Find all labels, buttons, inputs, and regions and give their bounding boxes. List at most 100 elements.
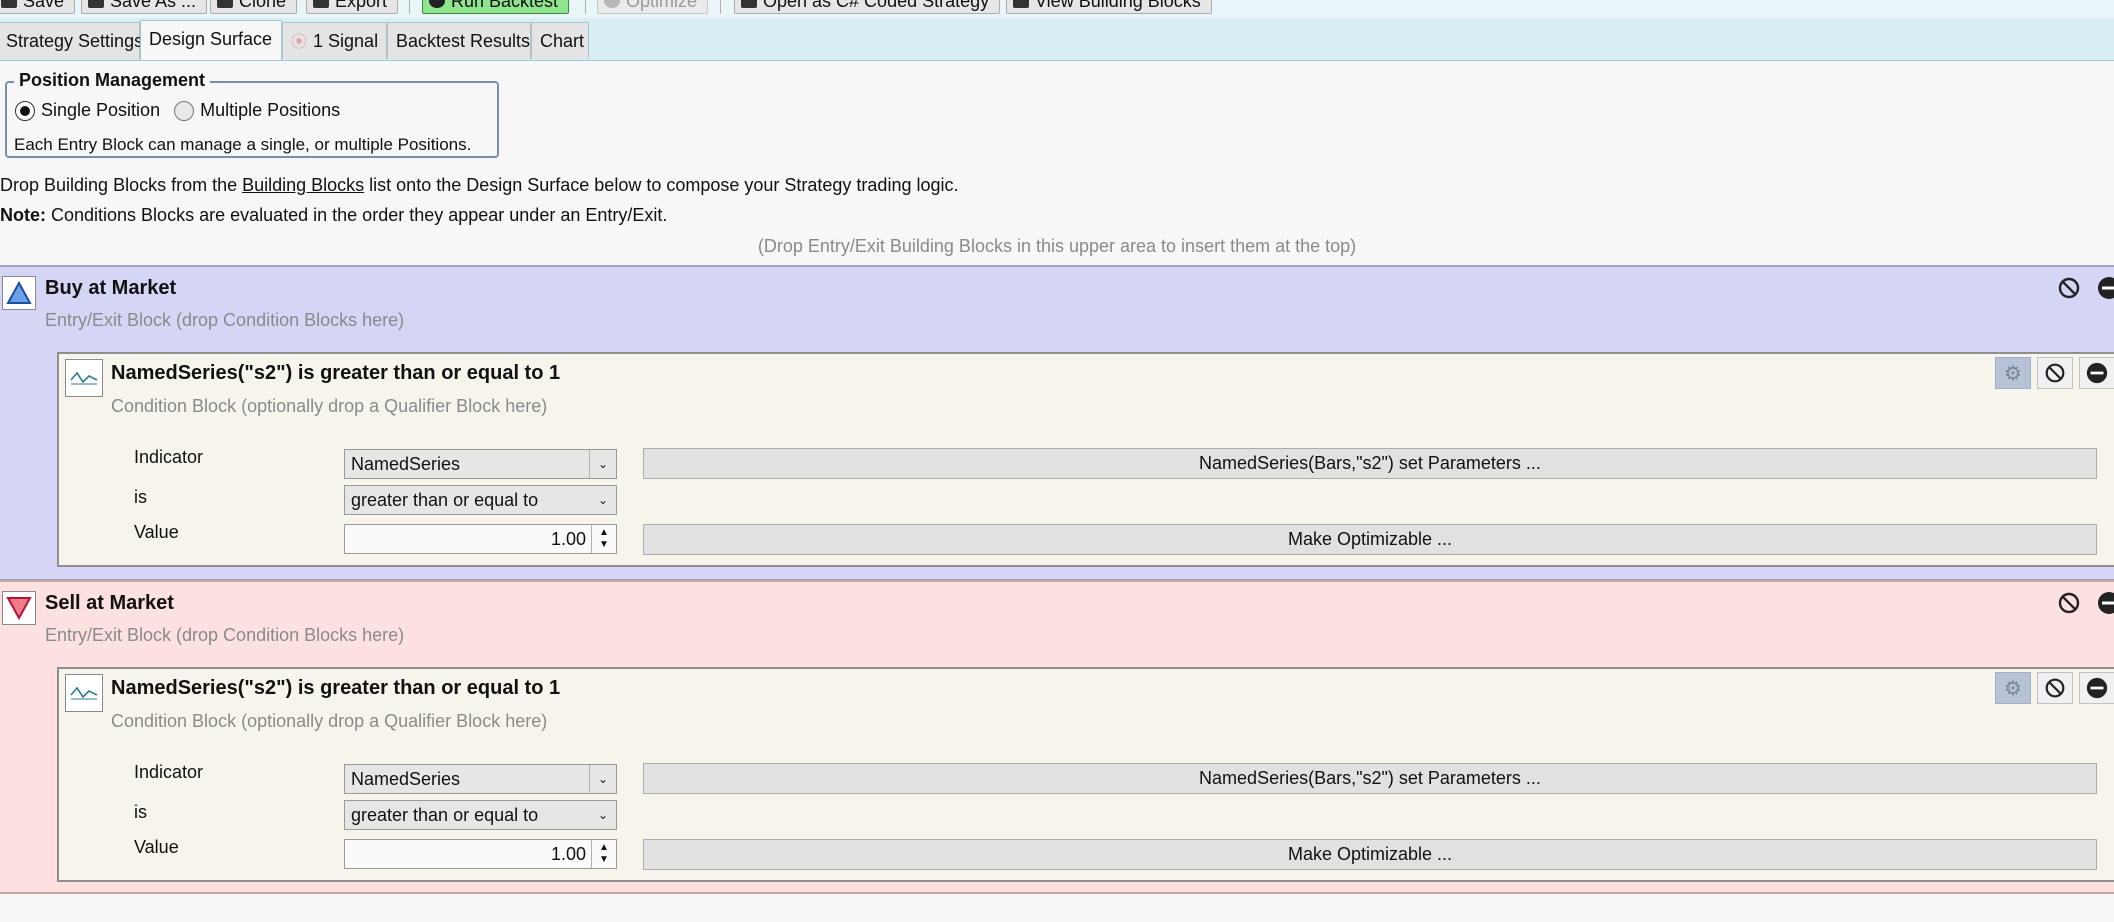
remove-icon (2098, 277, 2114, 299)
buy-triangle-icon (2, 276, 36, 310)
single-position-radio[interactable] (15, 100, 35, 121)
position-management-help: Each Entry Block can manage a single, or… (14, 135, 472, 154)
set-parameters-button[interactable]: NamedSeries(Bars,"s2") set Parameters ..… (643, 763, 2097, 794)
csharp-icon (741, 0, 757, 8)
single-position-label[interactable]: Single Position (41, 100, 160, 121)
condition-settings-button[interactable]: ⚙ (1995, 672, 2031, 704)
remove-condition-button[interactable] (2079, 357, 2114, 389)
disable-condition-button[interactable] (2037, 357, 2073, 389)
building-blocks-link[interactable]: Building Blocks (242, 175, 364, 195)
multiple-positions-label[interactable]: Multiple Positions (200, 100, 340, 121)
position-management-group: Position Management Single Position Mult… (5, 70, 499, 158)
view-building-blocks-button[interactable]: View Building Blocks (1006, 0, 1212, 14)
disable-icon (2058, 277, 2080, 299)
is-label: is (134, 802, 147, 822)
indicator-label: Indicator (134, 447, 204, 467)
indicator-select[interactable]: NamedSeries ⌄ (344, 449, 617, 479)
toolbar-separator (720, 0, 721, 14)
save-as-button[interactable]: Save As ... (81, 0, 208, 14)
save-icon (1, 0, 17, 8)
disable-condition-button[interactable] (2037, 672, 2073, 704)
tab-strategy-settings[interactable]: Strategy Settings (0, 22, 143, 59)
tab-design-surface[interactable]: Design Surface (140, 20, 282, 60)
is-label: is (134, 487, 147, 507)
chevron-down-icon[interactable]: ⌄ (590, 486, 616, 514)
disable-icon (2045, 363, 2065, 383)
instruction-line: Drop Building Blocks from the Building B… (0, 175, 959, 195)
remove-block-button[interactable] (2096, 275, 2114, 301)
toolbar: Save Save As ... Clone Export Run Backte… (0, 0, 2114, 18)
tab-chart[interactable]: Chart (531, 22, 589, 59)
export-icon (313, 0, 329, 8)
condition-block[interactable]: NamedSeries("s2") is greater than or equ… (57, 352, 2114, 567)
tab-bar: Strategy Settings Design Surface ⦿ 1 Sign… (0, 18, 2114, 61)
gear-icon (604, 0, 620, 8)
condition-subtitle: Condition Block (optionally drop a Quali… (111, 711, 548, 731)
arrow-up-icon[interactable]: ▲ (599, 527, 609, 539)
tab-signal[interactable]: ⦿ 1 Signal (282, 22, 387, 59)
clone-icon (217, 0, 233, 8)
condition-block[interactable]: NamedSeries("s2") is greater than or equ… (57, 667, 2114, 882)
value-spinner[interactable]: ▲ ▼ (591, 525, 616, 553)
make-optimizable-button[interactable]: Make Optimizable ... (643, 524, 2097, 555)
condition-title: NamedSeries("s2") is greater than or equ… (111, 677, 561, 699)
clone-button[interactable]: Clone (210, 0, 298, 14)
disable-block-button[interactable] (2056, 590, 2082, 616)
comparison-select[interactable]: greater than or equal to ⌄ (344, 800, 617, 830)
set-parameters-button[interactable]: NamedSeries(Bars,"s2") set Parameters ..… (643, 448, 2097, 479)
disable-icon (2058, 592, 2080, 614)
position-radio-row: Single Position Multiple Positions (15, 100, 354, 121)
entry-block-subtitle: Entry/Exit Block (drop Condition Blocks … (45, 310, 405, 330)
indicator-select[interactable]: NamedSeries ⌄ (344, 764, 617, 794)
top-drop-hint: (Drop Entry/Exit Building Blocks in this… (757, 236, 1357, 256)
export-button[interactable]: Export (306, 0, 399, 14)
toolbar-separator (409, 0, 410, 14)
save-icon (88, 0, 104, 8)
chevron-down-icon[interactable]: ⌄ (590, 801, 616, 829)
entry-block-buy[interactable]: Buy at Market Entry/Exit Block (drop Con… (0, 265, 2114, 581)
disable-block-button[interactable] (2056, 275, 2082, 301)
chevron-down-icon[interactable]: ⌄ (589, 765, 616, 793)
entry-block-title: Sell at Market (45, 592, 174, 614)
note-line: Note: Conditions Blocks are evaluated in… (0, 205, 668, 225)
multiple-positions-radio[interactable] (174, 100, 195, 121)
arrow-up-icon[interactable]: ▲ (599, 842, 609, 854)
comparison-select[interactable]: greater than or equal to ⌄ (344, 485, 617, 515)
open-csharp-button[interactable]: Open as C# Coded Strategy (734, 0, 1001, 14)
remove-icon (2086, 362, 2108, 384)
chevron-down-icon[interactable]: ⌄ (589, 450, 616, 478)
gear-icon: ⚙ (2004, 677, 2022, 700)
value-input[interactable]: 1.00 ▲ ▼ (344, 524, 617, 554)
entry-block-title: Buy at Market (45, 277, 177, 299)
value-label: Value (134, 837, 179, 857)
tab-backtest-results[interactable]: Backtest Results (387, 22, 531, 59)
make-optimizable-button[interactable]: Make Optimizable ... (643, 839, 2097, 870)
value-label: Value (134, 522, 179, 542)
value-spinner[interactable]: ▲ ▼ (591, 840, 616, 868)
remove-icon (2098, 592, 2114, 614)
optimize-button[interactable]: Optimize (597, 0, 709, 14)
condition-subtitle: Condition Block (optionally drop a Quali… (111, 396, 548, 416)
signal-icon: ⦿ (291, 34, 308, 51)
condition-title: NamedSeries("s2") is greater than or equ… (111, 362, 561, 384)
sell-triangle-icon (2, 591, 36, 625)
remove-block-button[interactable] (2096, 590, 2114, 616)
indicator-label: Indicator (134, 762, 204, 782)
toolbar-separator (585, 0, 586, 14)
arrow-down-icon[interactable]: ▼ (599, 539, 609, 551)
series-wave-icon (65, 359, 103, 397)
remove-icon (2086, 677, 2108, 699)
gear-icon: ⚙ (2004, 362, 2022, 385)
position-management-legend: Position Management (14, 70, 211, 91)
entry-block-subtitle: Entry/Exit Block (drop Condition Blocks … (45, 625, 405, 645)
remove-condition-button[interactable] (2079, 672, 2114, 704)
run-backtest-button[interactable]: Run Backtest (422, 0, 570, 14)
save-button[interactable]: Save (0, 0, 76, 14)
binoculars-icon (1013, 0, 1029, 8)
value-input[interactable]: 1.00 ▲ ▼ (344, 839, 617, 869)
play-icon (429, 0, 445, 8)
condition-settings-button[interactable]: ⚙ (1995, 357, 2031, 389)
arrow-down-icon[interactable]: ▼ (599, 854, 609, 866)
disable-icon (2045, 678, 2065, 698)
entry-block-sell[interactable]: Sell at Market Entry/Exit Block (drop Co… (0, 580, 2114, 894)
